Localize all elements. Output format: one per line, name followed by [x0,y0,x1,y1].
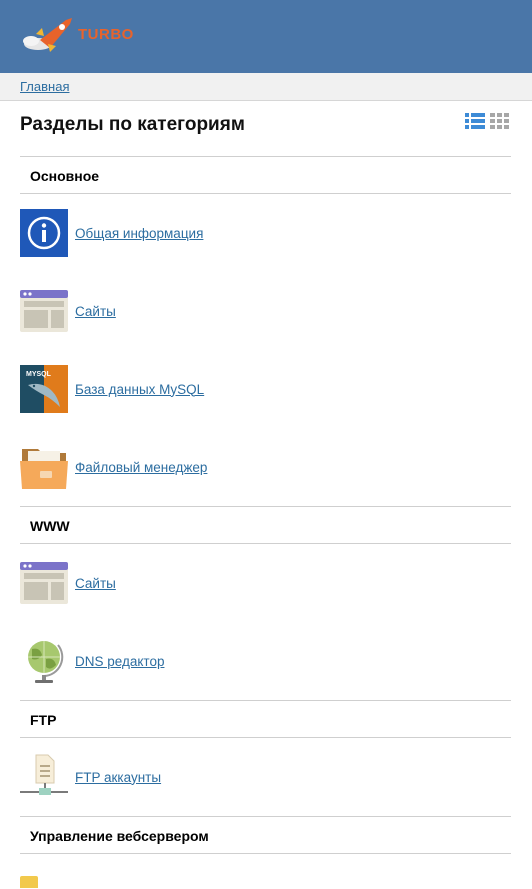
menu-item-www-sites[interactable]: Сайты [0,544,532,622]
menu-item-sites[interactable]: Сайты [0,272,532,350]
globe-icon [20,637,68,685]
app-header: TURBO [0,0,532,73]
grid-view-icon[interactable] [490,112,510,130]
page-title: Разделы по категориям [20,114,245,135]
breadcrumb: Главная [0,73,532,101]
menu-item-dns-editor[interactable]: DNS редактор [0,622,532,700]
mysql-database-icon: MYSQL [20,365,68,413]
logo-text: TURBO [78,26,134,43]
breadcrumb-home-link[interactable]: Главная [20,79,69,94]
sites-window-icon [20,559,68,607]
menu-link-general-info[interactable]: Общая информация [75,226,203,241]
logo[interactable]: TURBO [22,14,152,54]
menu-item-general-info[interactable]: Общая информация [0,194,532,272]
folder-icon [20,443,68,491]
menu-link-file-manager[interactable]: Файловый менеджер [75,460,207,475]
menu-item-file-manager[interactable]: Файловый менеджер [0,428,532,506]
info-icon [20,209,68,257]
title-row: Разделы по категориям [0,101,532,156]
section-header-main: Основное [20,156,511,194]
rocket-icon [23,18,72,52]
menu-link-www-sites[interactable]: Сайты [75,576,116,591]
svg-text:MYSQL: MYSQL [26,371,52,378]
sites-window-icon [20,287,68,335]
menu-item-ftp-accounts[interactable]: FTP аккаунты [0,738,532,816]
ftp-network-icon [20,753,68,801]
list-view-icon[interactable] [465,112,485,130]
menu-link-ftp-accounts[interactable]: FTP аккаунты [75,770,161,785]
section-header-ftp: FTP [20,700,511,738]
menu-link-mysql[interactable]: База данных MySQL [75,382,204,397]
view-toggle [465,112,510,130]
folder-icon [20,876,38,888]
section-header-webserver: Управление вебсервером [20,816,511,854]
menu-link-sites[interactable]: Сайты [75,304,116,319]
section-header-www: WWW [20,506,511,544]
menu-item-mysql[interactable]: MYSQL База данных MySQL [0,350,532,428]
menu-link-dns-editor[interactable]: DNS редактор [75,654,164,669]
